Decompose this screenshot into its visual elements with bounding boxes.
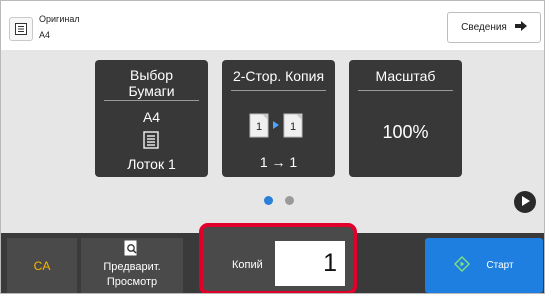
clear-all-button[interactable]: CA: [7, 238, 77, 293]
duplex-mode-value: 1 → 1: [259, 154, 298, 170]
paper-select-title-line2: Бумаги: [128, 83, 175, 99]
scale-value: 100%: [382, 122, 429, 142]
page-indicator-dot-active[interactable]: [264, 196, 273, 205]
duplex-icon-page-label-left: 1: [256, 121, 262, 133]
start-button[interactable]: Старт: [425, 238, 543, 293]
arrow-right-icon: [514, 21, 527, 34]
divider: [231, 90, 326, 91]
paper-size-value: A4: [142, 109, 161, 125]
play-right-icon: [521, 193, 530, 211]
next-page-button[interactable]: [514, 191, 536, 213]
duplex-copy-title: 2-Стор. Копия: [232, 68, 325, 84]
details-button[interactable]: Сведения: [447, 12, 541, 43]
copies-label: Копий: [232, 259, 263, 271]
copies-count-field[interactable]: 1: [275, 241, 345, 286]
paper-tray-icon: [143, 131, 159, 154]
duplex-icon-page-label-right: 1: [290, 121, 296, 133]
divider: [104, 100, 199, 101]
original-label: Оригинал: [39, 14, 80, 24]
preview-label-line1: Предварит.: [103, 261, 161, 273]
preview-label-line2: Просмотр: [106, 276, 158, 288]
divider: [358, 90, 453, 91]
start-button-label: Старт: [486, 260, 514, 271]
page-indicator-dot[interactable]: [285, 196, 294, 205]
preview-button[interactable]: Предварит. Просмотр: [81, 238, 183, 293]
document-list-icon: [9, 17, 33, 41]
scale-title: Масштаб: [375, 68, 436, 84]
original-size: A4: [39, 30, 51, 40]
paper-select-title-line1: Выбор: [130, 67, 173, 83]
paper-select-tile[interactable]: Выбор Бумаги A4 Лоток 1: [95, 60, 208, 177]
details-button-label: Сведения: [461, 22, 507, 33]
scale-tile[interactable]: Масштаб 100%: [349, 60, 462, 177]
duplex-copy-tile[interactable]: 2-Стор. Копия 1 1 1 → 1: [222, 60, 335, 177]
one-sided-to-one-sided-icon: 1 1: [248, 109, 310, 146]
paper-tray-value: Лоток 1: [127, 156, 176, 172]
magnifier-document-icon: [124, 240, 140, 263]
clear-all-label: CA: [33, 258, 51, 273]
start-diamond-icon: [454, 256, 471, 275]
copy-screen: Оригинал A4 Сведения Выбор Бумаги A4 Лот…: [0, 0, 545, 294]
